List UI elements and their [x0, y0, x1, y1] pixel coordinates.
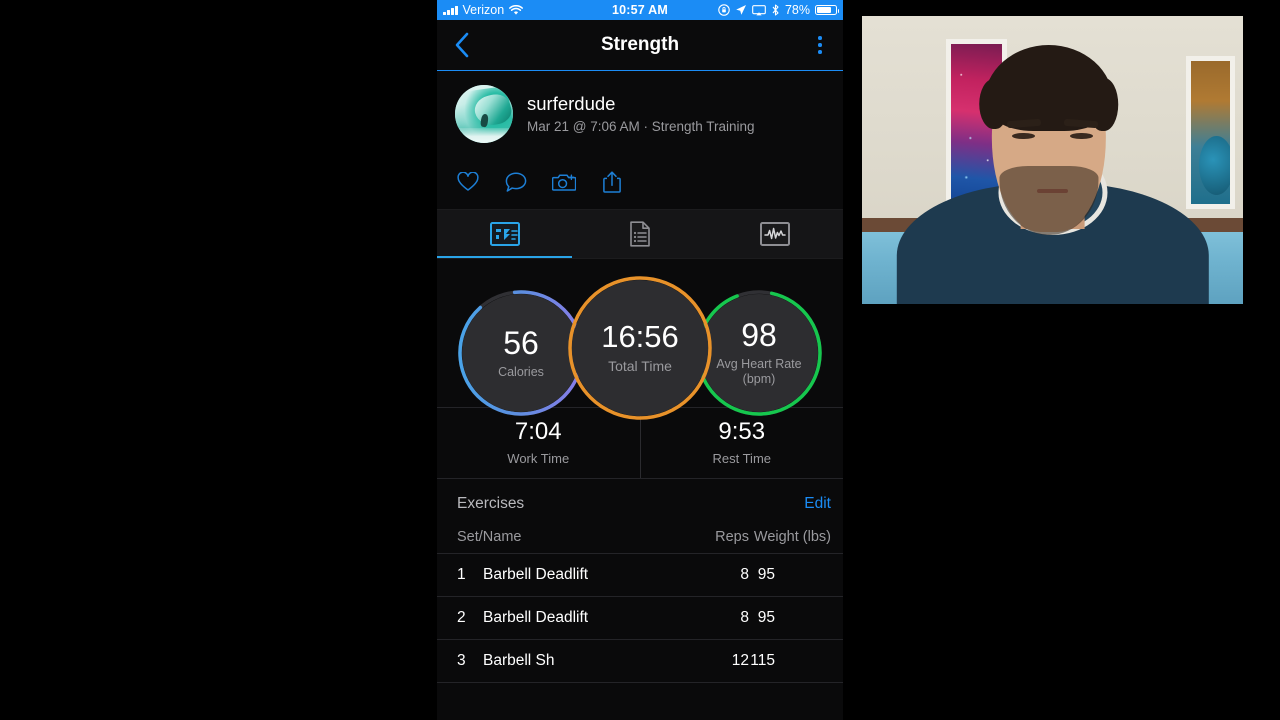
table-row[interactable]: 1 Barbell Deadlift 8 95	[437, 554, 843, 597]
chevron-left-icon	[455, 32, 469, 58]
calories-label: Calories	[498, 364, 544, 379]
presenter-mouth	[1037, 188, 1068, 194]
row-name: Barbell Deadlift	[483, 609, 589, 626]
phone-screen: Verizon 10:57 AM 78% Strength surferdude…	[437, 0, 843, 720]
exercises-title: Exercises	[457, 495, 525, 512]
row-name: Barbell Sh	[483, 652, 555, 669]
row-reps: 12	[731, 652, 749, 669]
exercises-section: Exercises Edit Set/Name Reps Weight (lbs…	[437, 479, 843, 683]
calories-value: 56	[503, 324, 539, 361]
table-row[interactable]: 2 Barbell Deadlift 8 95	[437, 597, 843, 640]
total-time-label: Total Time	[608, 358, 672, 375]
tab-heartrate[interactable]	[708, 210, 843, 258]
presenter-eye-left	[1012, 132, 1036, 139]
status-bar: Verizon 10:57 AM 78%	[437, 0, 843, 20]
total-time-ring: 16:56 Total Time	[567, 275, 713, 421]
row-name: Barbell Deadlift	[483, 566, 589, 583]
tab-details[interactable]	[572, 210, 707, 258]
row-set: 2	[457, 609, 466, 626]
battery-percent-label: 78%	[784, 3, 810, 17]
battery-icon	[815, 5, 840, 15]
bluetooth-icon	[771, 4, 780, 16]
table-row[interactable]: 3 Barbell Sh 12 115	[437, 640, 843, 683]
rest-time-value: 9:53	[718, 418, 766, 445]
work-time-label: Work Time	[507, 451, 570, 466]
nav-bar: Strength	[437, 20, 843, 71]
heart-rate-value: 98	[741, 317, 777, 354]
metrics-rings-section: 56 Calories 98 Avg Heart Rate (bpm) 16:5…	[437, 259, 843, 420]
heart-icon	[457, 172, 479, 191]
more-vertical-icon	[818, 36, 822, 40]
author-text: surferdude Mar 21 @ 7:06 AM · Strength T…	[527, 92, 755, 136]
share-upload-icon	[603, 171, 621, 193]
row-set: 3	[457, 652, 466, 669]
location-arrow-icon	[735, 4, 747, 16]
add-photo-button[interactable]	[547, 165, 581, 199]
social-actions-row	[437, 157, 843, 210]
camera-plus-icon	[552, 174, 576, 191]
exercises-header: Exercises Edit	[437, 479, 843, 525]
status-bar-right: 78%	[718, 3, 840, 17]
more-options-button[interactable]	[809, 32, 831, 58]
heart-rate-graph-icon	[760, 222, 791, 246]
comment-bubble-icon	[505, 171, 527, 192]
username-label: surferdude	[527, 93, 616, 114]
heart-rate-ring: 98 Avg Heart Rate (bpm)	[695, 289, 823, 417]
exercises-column-header: Set/Name Reps Weight (lbs)	[437, 525, 843, 554]
column-reps: Reps	[715, 529, 749, 545]
presenter-eye-right	[1069, 132, 1093, 139]
row-reps: 8	[740, 566, 749, 583]
detail-tab-bar	[437, 210, 843, 259]
wall-painting-right	[1185, 56, 1236, 209]
avatar[interactable]	[455, 85, 513, 143]
row-weight: 95	[757, 609, 775, 626]
column-weight: Weight (lbs)	[753, 529, 831, 545]
column-set-name: Set/Name	[457, 529, 522, 545]
activity-author-row[interactable]: surferdude Mar 21 @ 7:06 AM · Strength T…	[437, 71, 843, 157]
summary-chart-icon	[489, 222, 520, 246]
row-set: 1	[457, 566, 466, 583]
page-title: Strength	[600, 34, 680, 55]
row-reps: 8	[740, 609, 749, 626]
screen-root: Verizon 10:57 AM 78% Strength surferdude…	[0, 0, 1280, 720]
like-button[interactable]	[451, 165, 485, 199]
activity-meta-label: Mar 21 @ 7:06 AM · Strength Training	[527, 119, 755, 135]
row-weight: 115	[750, 652, 775, 669]
back-button[interactable]	[449, 30, 475, 60]
calories-ring: 56 Calories	[457, 289, 585, 417]
comment-button[interactable]	[499, 165, 533, 199]
share-button[interactable]	[595, 165, 629, 199]
heart-rate-label: Avg Heart Rate (bpm)	[716, 357, 802, 386]
document-list-icon	[630, 221, 650, 247]
row-weight: 95	[757, 566, 775, 583]
tab-summary[interactable]	[437, 210, 573, 258]
rest-time-label: Rest Time	[712, 451, 771, 466]
work-time-value: 7:04	[514, 418, 562, 445]
edit-button[interactable]: Edit	[804, 495, 831, 513]
total-time-value: 16:56	[601, 319, 679, 355]
airplay-icon	[752, 4, 766, 16]
webcam-overlay	[862, 16, 1243, 304]
rotation-lock-icon	[718, 4, 730, 16]
